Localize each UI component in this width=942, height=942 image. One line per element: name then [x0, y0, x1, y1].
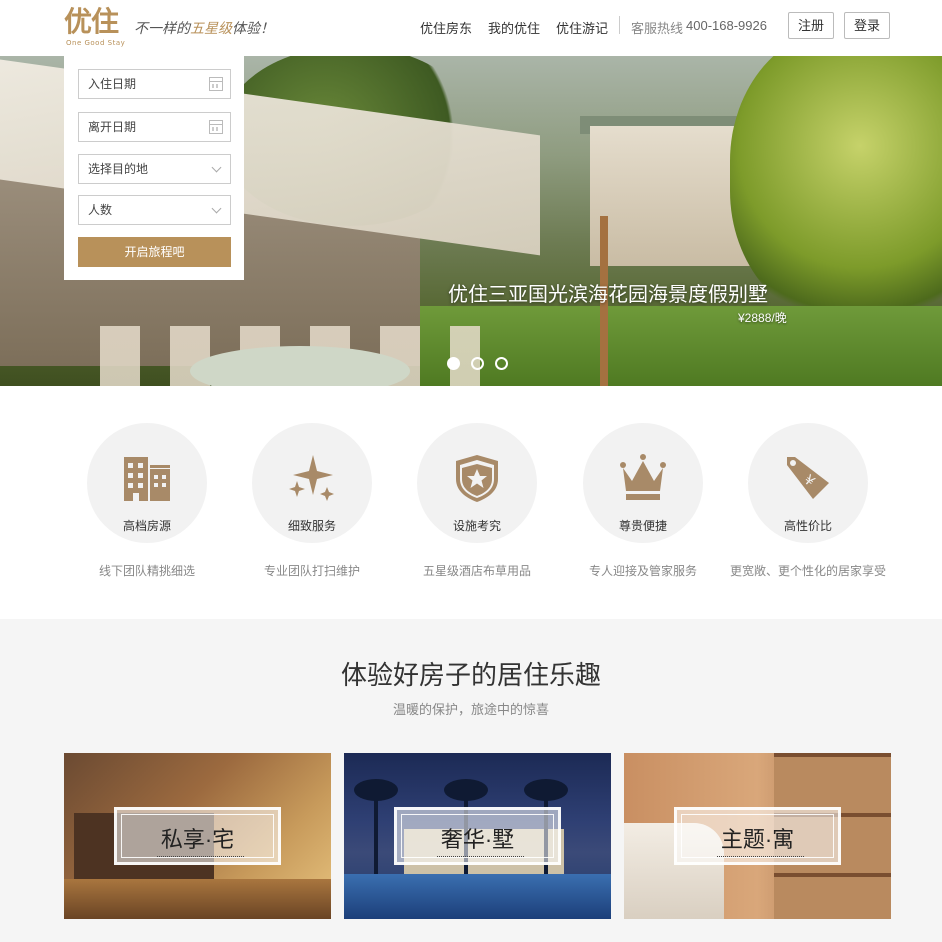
sparkle-icon: [289, 455, 334, 501]
category-card-luxury-villa[interactable]: 奢华·墅: [344, 753, 611, 919]
feature-desc: 专人迎接及管家服务: [588, 564, 697, 578]
feature-desc: 更宽敞、更个性化的居家享受: [729, 564, 886, 578]
feature-quality-listings: 高档房源: [87, 423, 207, 543]
building-icon: [124, 457, 170, 501]
card-label-frame: 私享·宅: [114, 807, 281, 865]
carousel-dot-3[interactable]: [495, 357, 508, 370]
section-subtitle: 温暖的保护，旅途中的惊喜: [392, 702, 549, 717]
guests-placeholder: 人数: [88, 203, 113, 217]
feature-fine-facilities: 设施考究: [417, 423, 537, 543]
logo-mark: 优住: [64, 5, 119, 38]
calendar-icon[interactable]: [209, 77, 223, 91]
card-label: 奢华·墅: [440, 827, 515, 852]
start-journey-button[interactable]: 开启旅程吧: [78, 237, 231, 267]
destination-placeholder: 选择目的地: [88, 162, 149, 176]
card-label-frame: 奢华·墅: [394, 807, 561, 865]
logo[interactable]: 优住 One Good Stay: [64, 5, 128, 49]
card-label: 主题·寓: [720, 827, 795, 852]
feature-desc: 线下团队精挑细选: [98, 564, 195, 578]
register-button[interactable]: 注册: [788, 12, 834, 39]
logo-subtext: One Good Stay: [66, 39, 126, 47]
chevron-down-icon[interactable]: [211, 162, 222, 173]
hero-title[interactable]: 优住三亚国光滨海花园海景度假别墅: [448, 278, 768, 307]
crown-icon: [620, 454, 666, 500]
guests-select[interactable]: 人数: [78, 195, 231, 225]
category-card-theme-apartment[interactable]: 主题·寓: [624, 753, 891, 919]
section-title: 体验好房子的居住乐趣: [340, 660, 601, 690]
slogan-suffix: 体验！: [232, 21, 274, 37]
feature-desc: 专业团队打扫维护: [263, 564, 360, 578]
feature-label: 高性价比: [783, 519, 832, 533]
experience-section: 体验好房子的居住乐趣 温暖的保护，旅途中的惊喜 私享·宅 奢华·墅 主题·寓: [0, 619, 942, 942]
nav-travel-notes[interactable]: 优住游记: [556, 18, 608, 37]
card-image-floor: [64, 879, 331, 919]
feature-label: 设施考究: [452, 519, 501, 533]
login-button[interactable]: 登录: [844, 12, 890, 39]
card-image-palm: [354, 779, 398, 879]
feature-label: 高档房源: [122, 519, 171, 533]
feature-vip-convenience: 尊贵便捷: [583, 423, 703, 543]
destination-select[interactable]: 选择目的地: [78, 154, 231, 184]
site-header: 优住 One Good Stay 不一样的五星级体验！ 优住房东 我的优住 优住…: [0, 0, 942, 56]
nav-host[interactable]: 优住房东: [420, 18, 472, 37]
card-label-frame: 主题·寓: [674, 807, 841, 865]
feature-attentive-service: 细致服务: [252, 423, 372, 543]
price-tag-icon: ¥: [787, 457, 829, 499]
features-section: 高档房源 线下团队精挑细选 细致服务 专业团队打扫维护 设施考究 五星级酒店布草…: [0, 386, 942, 619]
feature-label: 细致服务: [287, 519, 336, 533]
card-label: 私享·宅: [160, 827, 235, 852]
feature-cost-effective: ¥ 高性价比: [748, 423, 868, 543]
nav-divider: [619, 16, 620, 34]
slogan: 不一样的五星级体验！: [134, 18, 274, 38]
slogan-highlight: 五星级: [190, 21, 232, 37]
carousel-dot-2[interactable]: [471, 357, 484, 370]
nav-my-account[interactable]: 我的优住: [488, 18, 540, 37]
search-panel: 入住日期 离开日期 选择目的地 人数 开启旅程吧: [64, 56, 244, 280]
checkout-placeholder: 离开日期: [88, 120, 137, 134]
carousel-dot-1[interactable]: [447, 357, 460, 370]
card-image-pool: [344, 874, 611, 919]
checkin-date-field[interactable]: 入住日期: [78, 69, 231, 99]
chevron-down-icon[interactable]: [211, 203, 222, 214]
feature-desc: 五星级酒店布草用品: [422, 564, 531, 578]
category-card-private-home[interactable]: 私享·宅: [64, 753, 331, 919]
hero-image-lawn: [420, 306, 942, 386]
hotline-number: 400-168-9926: [686, 18, 767, 33]
slogan-prefix: 不一样的: [134, 21, 190, 37]
checkout-date-field[interactable]: 离开日期: [78, 112, 231, 142]
hero-price: ¥2888/晚: [738, 311, 787, 325]
checkin-placeholder: 入住日期: [88, 77, 137, 91]
feature-label: 尊贵便捷: [618, 519, 667, 533]
calendar-icon[interactable]: [209, 120, 223, 134]
hotline-label: 客服热线: [631, 21, 684, 36]
shield-star-icon: [456, 455, 498, 502]
